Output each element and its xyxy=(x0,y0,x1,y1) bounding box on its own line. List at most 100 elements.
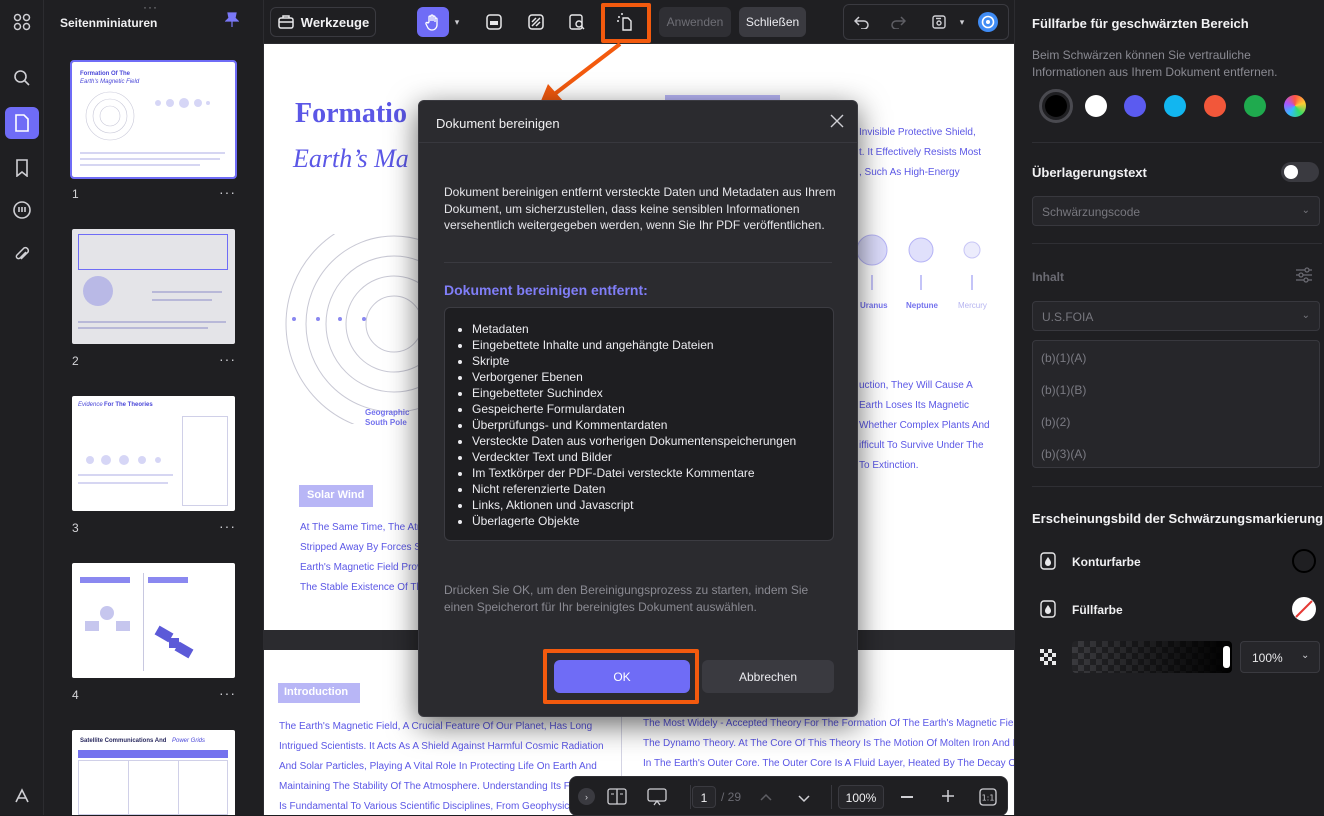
outline-drop-icon xyxy=(1040,552,1056,575)
swatch-blue[interactable] xyxy=(1124,95,1146,117)
cancel-button[interactable]: Abbrechen xyxy=(702,660,834,693)
page-3-more-icon[interactable]: ··· xyxy=(219,518,236,534)
content-heading: Inhalt xyxy=(1032,270,1064,284)
doc-text: Whether Complex Plants And xyxy=(859,420,990,431)
code-item[interactable]: (b)(1)(B) xyxy=(1041,383,1086,397)
chevron-down-icon: ⌄ xyxy=(1301,310,1310,321)
attachment-icon[interactable] xyxy=(5,239,39,271)
swatch-white[interactable] xyxy=(1085,95,1107,117)
zoom-level-input[interactable]: 100% xyxy=(838,785,884,809)
page-total: / 29 xyxy=(721,790,742,804)
doc-text: The Most Widely - Accepted Theory For Th… xyxy=(643,718,1014,729)
ai-assistant-button[interactable] xyxy=(975,7,1001,37)
redaction-properties-panel: Füllfarbe für geschwärzten Bereich Beim … xyxy=(1014,0,1324,815)
hand-tool-dropdown[interactable]: ▾ xyxy=(450,7,464,37)
save-button[interactable] xyxy=(925,7,953,37)
overlay-text-toggle[interactable] xyxy=(1281,162,1319,182)
swatch-green[interactable] xyxy=(1244,95,1266,117)
geo-label: South Pole xyxy=(365,418,407,427)
opacity-slider-handle[interactable] xyxy=(1223,646,1230,668)
page-number-input[interactable]: 1 xyxy=(692,786,716,808)
next-page-icon[interactable] xyxy=(797,791,811,809)
page-2-more-icon[interactable]: ··· xyxy=(219,351,236,367)
redo-button[interactable] xyxy=(884,7,912,37)
doc-text: In The Earth's Outer Core. The Outer Cor… xyxy=(643,758,1014,769)
zoom-in-icon[interactable] xyxy=(941,789,955,808)
doc-text: Maintaining The Stability Of The Atmosph… xyxy=(279,781,593,792)
code-item[interactable]: (b)(1)(A) xyxy=(1041,351,1086,365)
content-set-select[interactable]: U.S.FOIA ⌄ xyxy=(1032,301,1320,331)
doc-text: uction, They Will Cause A xyxy=(859,380,973,391)
fill-color-description: Beim Schwärzen können Sie vertrauliche I… xyxy=(1032,48,1278,79)
custom-color-icon[interactable] xyxy=(1284,95,1306,117)
sliders-icon[interactable] xyxy=(1295,266,1313,289)
planet-label: Uranus xyxy=(860,301,888,310)
apply-button[interactable]: Anwenden xyxy=(659,7,731,37)
page-thumbnail-4[interactable] xyxy=(72,563,235,678)
search-redact-button[interactable] xyxy=(561,7,593,37)
overlay-text-heading: Überlagerungstext xyxy=(1032,165,1147,180)
doc-text: , Such As High-Energy xyxy=(859,167,960,178)
sanitize-icon xyxy=(617,13,632,31)
pages-icon[interactable] xyxy=(5,107,39,139)
code-item[interactable]: (b)(2) xyxy=(1041,415,1070,429)
list-item: Im Textkörper der PDF-Datei versteckte K… xyxy=(472,465,796,481)
previous-page-icon[interactable] xyxy=(759,789,773,807)
redaction-code-select[interactable]: Schwärzungscode ⌄ xyxy=(1032,196,1320,226)
ai-assistant-icon xyxy=(978,12,998,32)
list-item: Verdeckter Text und Bilder xyxy=(472,449,796,465)
zoom-out-icon[interactable] xyxy=(901,796,913,798)
page-thumbnail-2[interactable] xyxy=(72,229,235,344)
fill-color-none-swatch[interactable] xyxy=(1292,597,1316,621)
brand-icon[interactable] xyxy=(5,780,39,812)
presentation-icon[interactable] xyxy=(647,788,667,811)
introduction-heading: Introduction xyxy=(278,683,360,703)
search-icon[interactable] xyxy=(5,62,39,94)
page-thumbnail-5[interactable]: Satellite Communications And Power Grids xyxy=(72,730,235,815)
redact-area-button[interactable] xyxy=(520,7,552,37)
redact-text-button[interactable] xyxy=(478,7,510,37)
close-icon[interactable] xyxy=(829,113,845,134)
bookmark-icon[interactable] xyxy=(5,152,39,184)
actual-size-icon[interactable]: 1:1 xyxy=(979,788,997,811)
drag-handle[interactable]: ··· xyxy=(143,0,158,14)
opacity-slider[interactable] xyxy=(1072,641,1232,673)
apply-label: Anwenden xyxy=(666,15,724,29)
pin-icon[interactable] xyxy=(224,12,240,33)
comment-icon[interactable] xyxy=(5,194,39,226)
code-list[interactable]: (b)(1)(A) (b)(1)(B) (b)(2) (b)(3)(A) xyxy=(1032,340,1320,468)
doc-text: The Dynamo Theory. At The Core Of This T… xyxy=(643,738,1014,749)
magnetic-field-diagram xyxy=(285,234,424,424)
close-redact-button[interactable]: Schließen xyxy=(739,7,806,37)
doc-text: ifficult To Survive Under The xyxy=(859,440,984,451)
save-dropdown[interactable]: ▾ xyxy=(956,7,968,37)
search-redact-icon xyxy=(569,14,585,30)
opacity-value: 100% xyxy=(1252,651,1283,665)
dialog-footer-text: Drücken Sie OK, um den Bereinigungsproze… xyxy=(444,583,809,614)
page-1-more-icon[interactable]: ··· xyxy=(219,184,236,200)
sanitize-document-button[interactable] xyxy=(609,7,641,37)
swatch-cyan[interactable] xyxy=(1164,95,1186,117)
outline-color-swatch[interactable] xyxy=(1292,549,1316,573)
chevron-right-icon: › xyxy=(585,791,588,802)
swatch-red[interactable] xyxy=(1204,95,1226,117)
list-item: Versteckte Daten aus vorherigen Dokument… xyxy=(472,433,796,449)
ok-button[interactable]: OK xyxy=(554,660,690,693)
swatch-black[interactable] xyxy=(1045,95,1067,117)
hand-tool-button[interactable] xyxy=(417,7,449,37)
dialog-divider xyxy=(444,262,832,263)
planet-label: Neptune xyxy=(906,301,938,310)
opacity-select[interactable]: 100% ⌄ xyxy=(1240,641,1320,673)
page-thumbnail-3[interactable]: Evidence For The Theories xyxy=(72,396,235,511)
code-item[interactable]: (b)(3)(A) xyxy=(1041,447,1086,461)
page-thumbnail-1[interactable]: Formation Of The Earth's Magnetic Field xyxy=(70,60,237,179)
apps-icon[interactable] xyxy=(5,6,39,38)
panel-divider xyxy=(1032,486,1322,487)
reading-mode-icon[interactable] xyxy=(607,788,627,810)
page-4-more-icon[interactable]: ··· xyxy=(219,685,236,701)
undo-button[interactable] xyxy=(848,7,876,37)
tools-button[interactable]: Werkzeuge xyxy=(270,7,376,37)
thumbnail-panel: ··· Seitenminiaturen Formation Of The Ea… xyxy=(44,0,264,815)
collapse-nav-button[interactable]: › xyxy=(578,788,595,805)
doc-text: To Extinction. xyxy=(859,460,919,471)
